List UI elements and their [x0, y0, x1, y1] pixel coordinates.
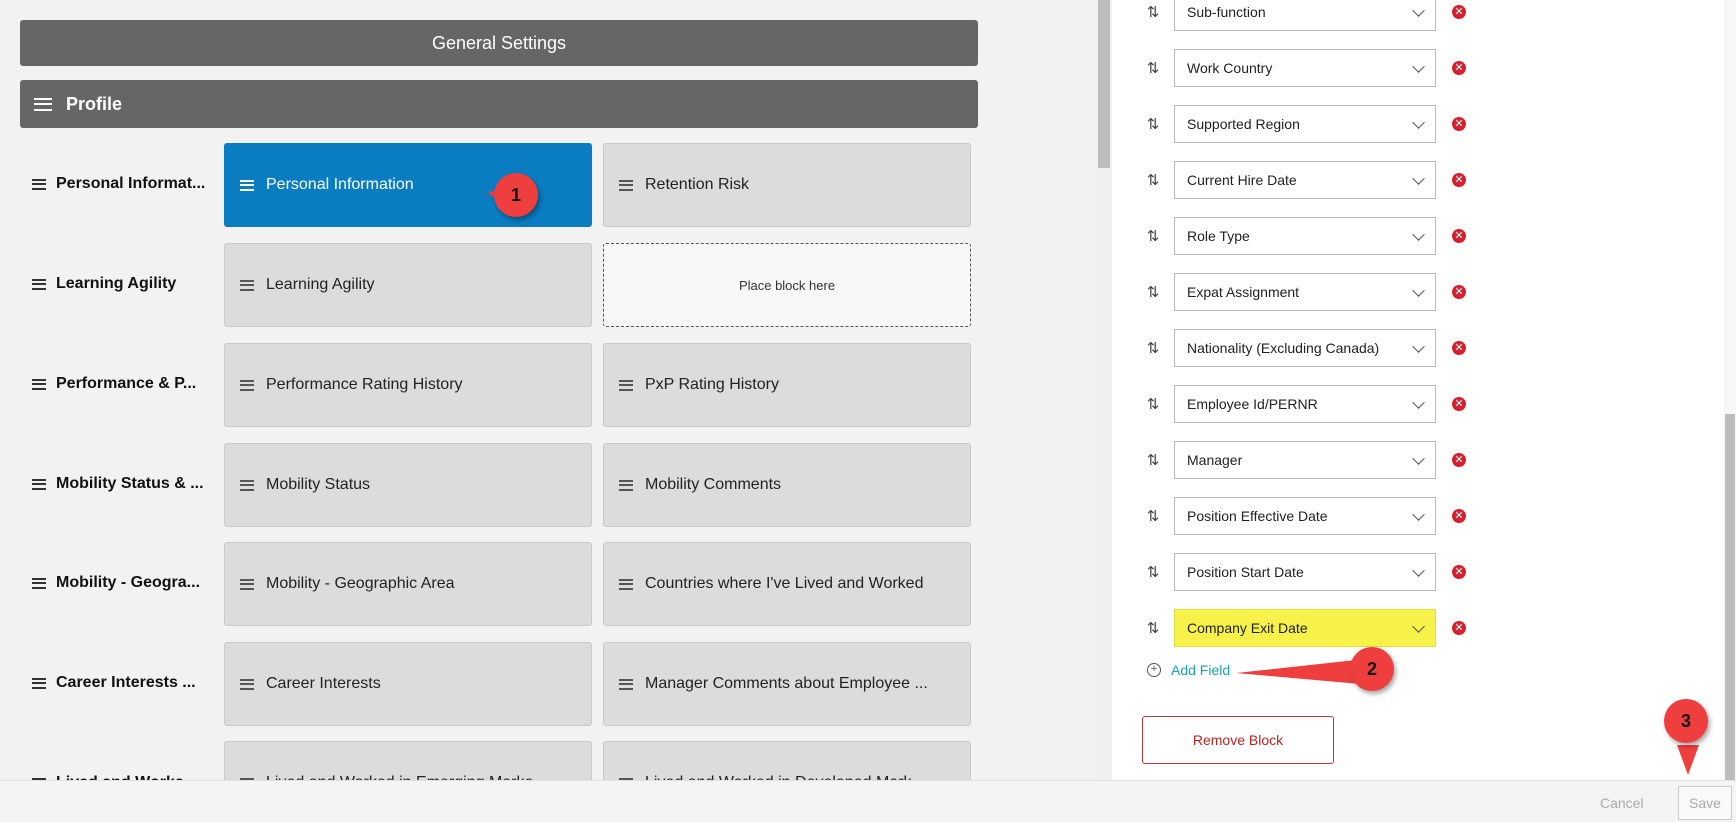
callout-3-arrow — [1677, 745, 1699, 775]
callout-badge-2: 2 — [1350, 647, 1394, 691]
callout-2-arrow — [1236, 660, 1360, 684]
callout-arrows — [487, 188, 1699, 775]
callout-badge-3: 3 — [1664, 699, 1708, 743]
callout-badge-1: 1 — [494, 173, 538, 217]
